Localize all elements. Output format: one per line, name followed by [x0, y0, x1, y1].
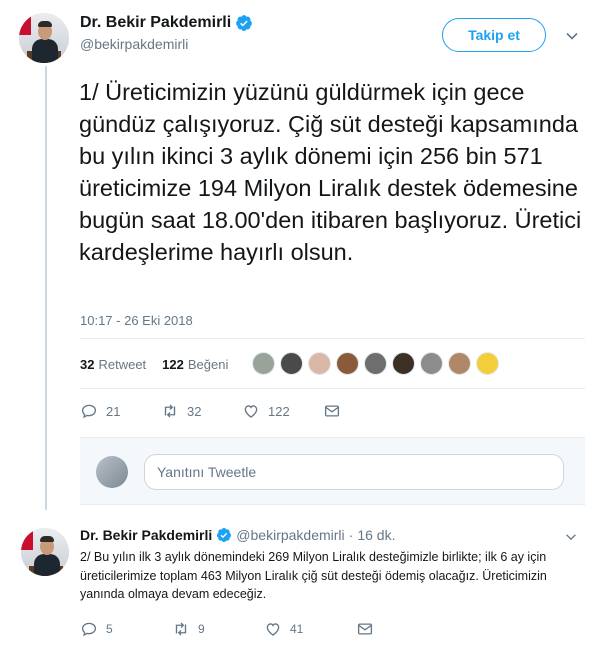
reply-tweet-actions: 5 9 41 [80, 620, 448, 638]
liker-avatars [252, 352, 499, 375]
tweet-timestamp[interactable]: 10:17 - 26 Eki 2018 [80, 313, 193, 328]
thread-connector [45, 66, 47, 510]
reply-tweet-text: 2/ Bu yılın ilk 3 aylık dönemindeki 269 … [80, 550, 547, 601]
like-count: 41 [290, 622, 304, 636]
retweet-count: 9 [198, 622, 205, 636]
chevron-down-icon[interactable] [564, 28, 580, 44]
tweet-text: 1/ Üreticimizin yüzünü güldürmek için ge… [79, 79, 582, 265]
divider [80, 338, 585, 339]
liker-avatar[interactable] [336, 352, 359, 375]
reply-author-avatar[interactable] [21, 528, 69, 576]
direct-message-button[interactable] [323, 402, 404, 420]
retweet-stat-label: Retweet [98, 357, 147, 372]
liker-avatar[interactable] [364, 352, 387, 375]
verified-badge-icon [236, 15, 253, 31]
reply-button[interactable]: 21 [80, 402, 161, 420]
follow-button[interactable]: Takip et [442, 18, 546, 52]
author-info: Dr. Bekir Pakdemirli @bekirpakdemirli [80, 14, 253, 52]
divider [80, 388, 585, 389]
like-button[interactable]: 41 [264, 620, 356, 638]
tweet-actions: 21 32 122 [80, 402, 404, 420]
retweet-button[interactable]: 32 [161, 402, 242, 420]
envelope-icon [324, 405, 340, 417]
reply-author-handle[interactable]: @bekirpakdemirli [236, 527, 344, 543]
like-button[interactable]: 122 [242, 402, 323, 420]
reply-tweet-header: Dr. Bekir Pakdemirli @bekirpakdemirli · … [80, 527, 395, 543]
author-avatar[interactable] [19, 13, 69, 63]
chevron-down-icon[interactable] [564, 530, 578, 544]
author-display-name[interactable]: Dr. Bekir Pakdemirli [80, 14, 253, 32]
author-handle[interactable]: @bekirpakdemirli [80, 36, 253, 52]
reply-input[interactable]: Yanıtını Tweetle [144, 454, 564, 490]
like-stat[interactable]: 122 Beğeni [162, 357, 228, 372]
envelope-icon [357, 623, 373, 635]
liker-avatar[interactable] [476, 352, 499, 375]
reply-icon [81, 622, 97, 637]
user-avatar [96, 456, 128, 488]
liker-avatar[interactable] [280, 352, 303, 375]
retweet-count: 32 [187, 403, 202, 419]
liker-avatar[interactable] [392, 352, 415, 375]
liker-avatar[interactable] [308, 352, 331, 375]
liker-avatar[interactable] [420, 352, 443, 375]
retweet-icon [175, 622, 187, 636]
meta-separator: · [348, 527, 354, 543]
verified-badge-icon [217, 528, 232, 542]
engagement-stats: 32 Retweet 122 Beğeni [80, 357, 244, 372]
retweet-stat[interactable]: 32 Retweet [80, 357, 146, 372]
heart-icon [266, 623, 280, 636]
direct-message-button[interactable] [356, 620, 448, 638]
retweet-stat-count: 32 [80, 357, 95, 372]
reply-count: 21 [106, 403, 121, 419]
like-stat-label: Beğeni [187, 357, 229, 372]
reply-composer: Yanıtını Tweetle [80, 437, 585, 505]
author-name-text[interactable]: Dr. Bekir Pakdemirli [80, 14, 231, 32]
retweet-button[interactable]: 9 [172, 620, 264, 638]
liker-avatar[interactable] [448, 352, 471, 375]
reply-icon [81, 404, 97, 419]
reply-author-name[interactable]: Dr. Bekir Pakdemirli [80, 527, 212, 543]
heart-icon [244, 405, 258, 418]
reply-count: 5 [106, 622, 113, 636]
reply-time[interactable]: 16 dk. [357, 527, 395, 543]
reply-button[interactable]: 5 [80, 620, 172, 638]
like-stat-count: 122 [162, 357, 184, 372]
retweet-icon [164, 404, 176, 418]
liker-avatar[interactable] [252, 352, 275, 375]
like-count: 122 [268, 403, 290, 419]
